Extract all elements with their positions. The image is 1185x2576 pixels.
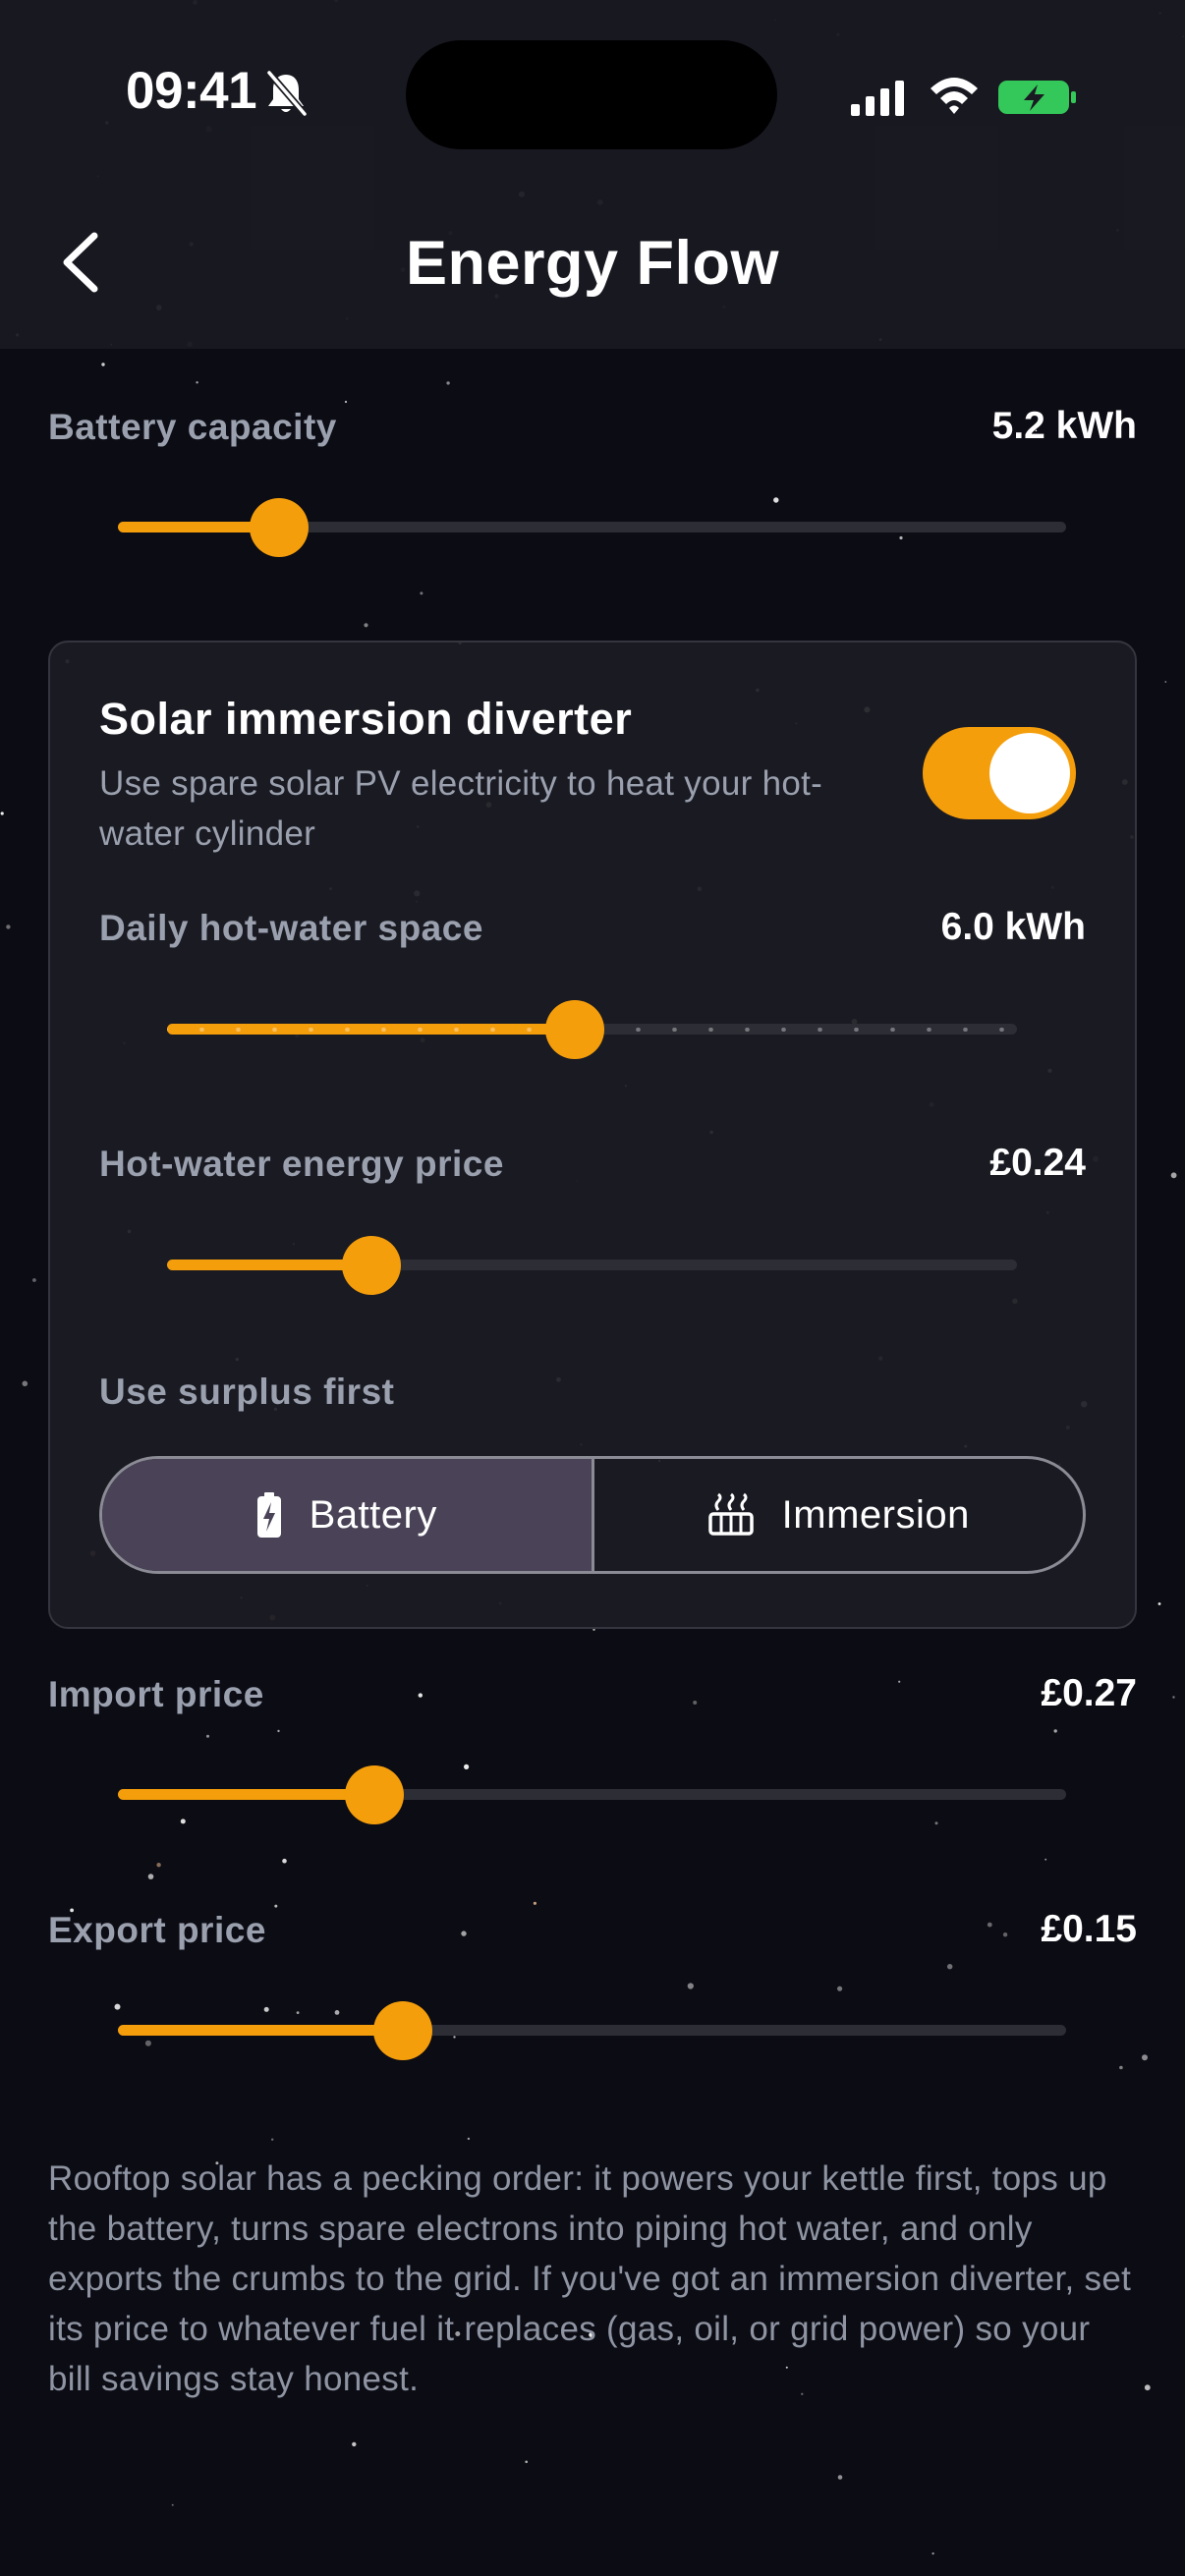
import-price-label: Import price [48,1674,264,1714]
toggle-knob [989,733,1070,813]
dynamic-island [406,40,777,149]
export-price-label: Export price [48,1910,266,1950]
battery-capacity-slider[interactable] [118,498,1066,557]
import-price-value: £0.27 [1041,1672,1137,1714]
slider-thumb[interactable] [545,1000,605,1059]
diverter-toggle[interactable] [923,727,1076,819]
slider-thumb[interactable] [372,2001,432,2060]
heater-icon [707,1492,754,1536]
energy-price-value: £0.24 [989,1142,1086,1184]
slider-thumb[interactable] [341,1236,401,1295]
slider-fill [118,1789,374,1800]
battery-capacity-value: 5.2 kWh [991,405,1137,447]
segment-immersion-label: Immersion [781,1492,970,1537]
daily-space-label: Daily hot-water space [99,908,483,948]
export-price-slider[interactable] [118,2001,1066,2060]
slider-thumb[interactable] [250,498,310,557]
battery-icon [256,1492,281,1538]
battery-charging-icon [998,81,1076,114]
status-time: 09:41 [126,62,257,120]
slider-fill [118,2025,403,2036]
wifi-icon [931,78,978,114]
segment-immersion[interactable]: Immersion [591,1459,1084,1571]
segment-battery[interactable]: Battery [102,1459,592,1571]
header-bar: 09:41 Energy Flow [0,0,1185,349]
energy-price-slider[interactable] [167,1236,1017,1295]
slider-fill [167,1260,371,1270]
page-title: Energy Flow [405,229,780,298]
export-price-value: £0.15 [1041,1908,1137,1950]
diverter-title: Solar immersion diverter [99,694,633,744]
energy-price-label: Hot-water energy price [99,1144,504,1184]
daily-space-slider[interactable] [167,1000,1017,1059]
slider-thumb[interactable] [344,1765,404,1824]
diverter-description: Use spare solar PV electricity to heat y… [99,764,823,853]
cellular-signal-icon [851,81,904,116]
screen: 09:41 Energy Flow Battery capacity 5.2 k… [0,0,1185,2576]
surplus-segmented-control: Battery Immersion [99,1456,1086,1574]
battery-capacity-label: Battery capacity [48,407,337,447]
explanation-text: Rooftop solar has a pecking order: it po… [48,2159,1132,2398]
import-price-slider[interactable] [118,1765,1066,1824]
daily-space-value: 6.0 kWh [940,906,1086,948]
silent-bell-icon [266,70,308,117]
segment-battery-label: Battery [309,1492,437,1537]
surplus-label: Use surplus first [99,1372,395,1412]
